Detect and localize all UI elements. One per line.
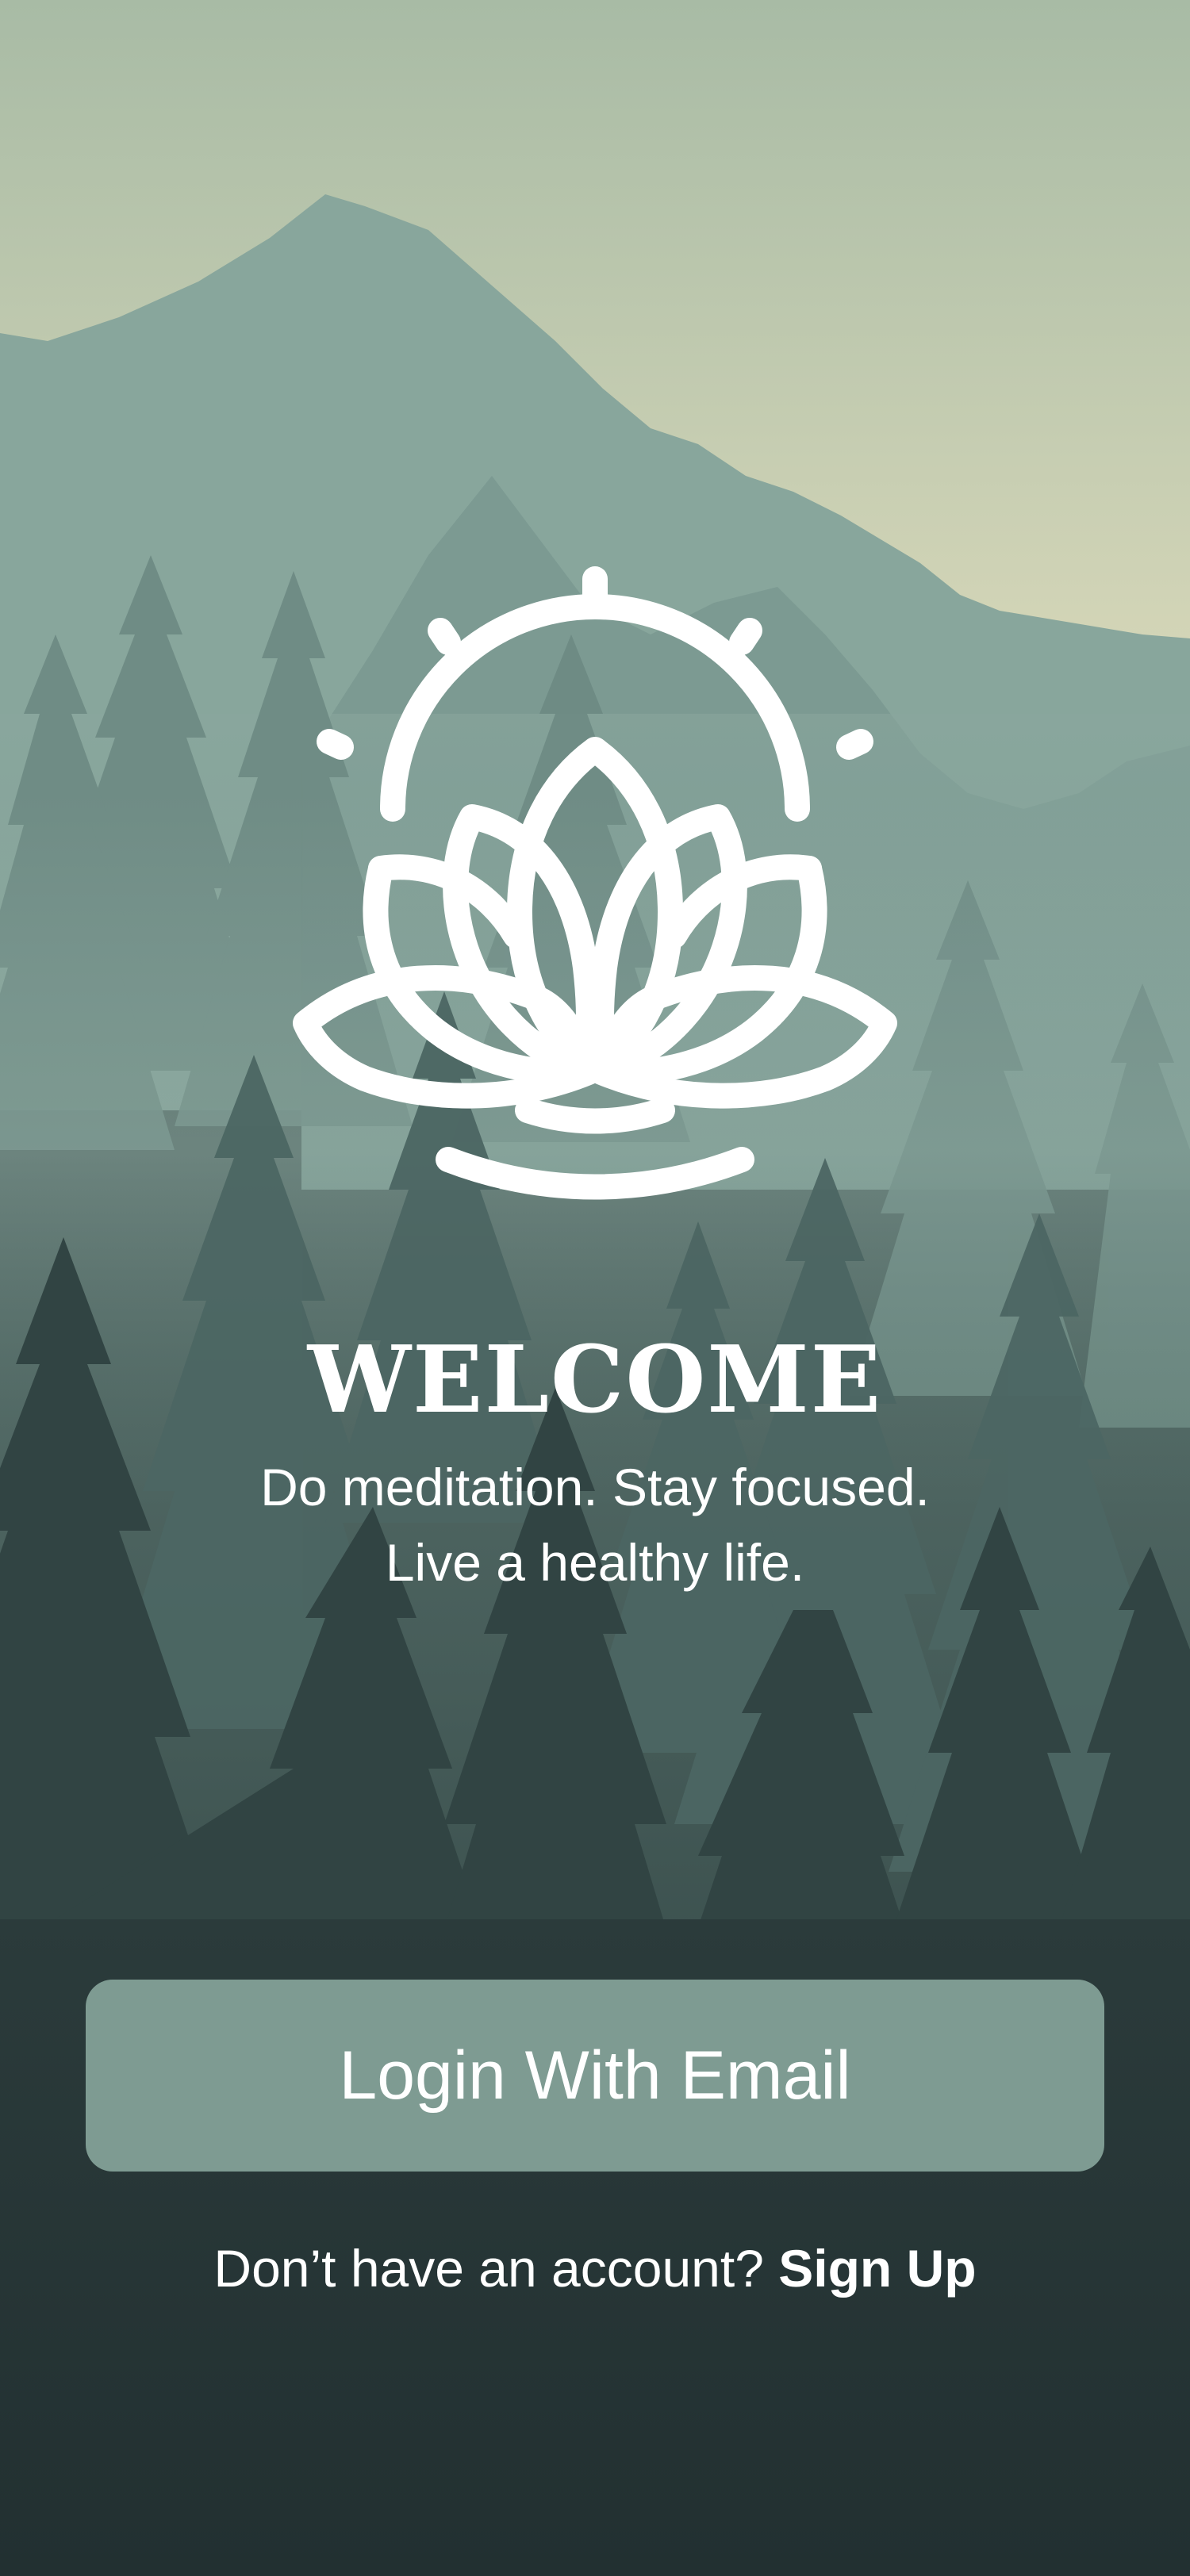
welcome-subtitle-line-1: Do meditation. Stay focused. bbox=[260, 1458, 930, 1516]
signup-link[interactable]: Sign Up bbox=[778, 2239, 976, 2298]
welcome-title: WELCOME bbox=[307, 1326, 883, 1434]
signup-prompt: Don’t have an account? Sign Up bbox=[0, 2233, 1190, 2304]
login-with-email-button[interactable]: Login With Email bbox=[86, 1980, 1104, 2172]
signup-prompt-text: Don’t have an account? bbox=[213, 2239, 764, 2298]
lotus-icon bbox=[293, 566, 897, 1200]
welcome-subtitle-line-2: Live a healthy life. bbox=[385, 1533, 805, 1592]
forest-mountain-background bbox=[0, 0, 1190, 2576]
